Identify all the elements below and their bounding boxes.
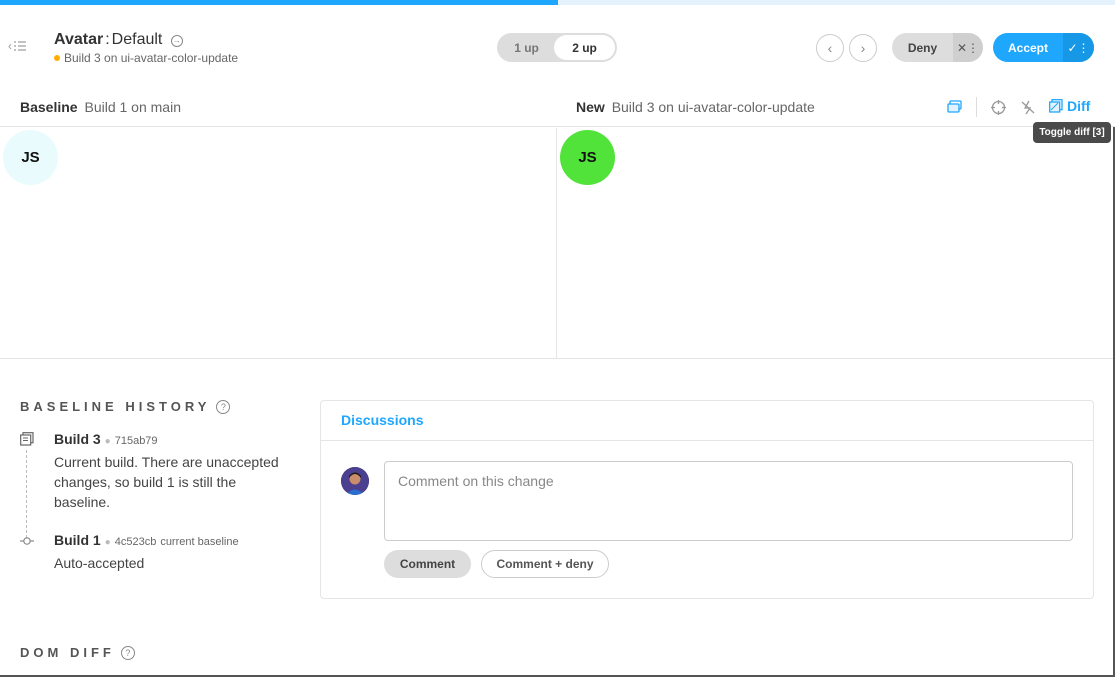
- history-tag: current baseline: [160, 536, 239, 548]
- crosshair-icon[interactable]: [990, 99, 1006, 115]
- accept-button-group: Accept ✓⋮: [993, 33, 1094, 62]
- section-divider: [0, 358, 1115, 359]
- check-menu-icon: ✓⋮: [1067, 40, 1090, 55]
- pending-status-dot: [54, 55, 60, 61]
- commit-node-icon: [20, 534, 34, 552]
- new-build: Build 3 on ui-avatar-color-update: [611, 99, 815, 115]
- meta-dot: ●: [104, 537, 111, 548]
- new-snapshot-pane: JS: [558, 128, 1115, 358]
- baseline-history-heading: BASELINE HISTORY ?: [20, 399, 231, 414]
- new-avatar: JS: [560, 130, 615, 185]
- history-build: Build 1: [54, 532, 101, 548]
- deny-button-group: Deny ✕⋮: [892, 33, 983, 62]
- discussions-divider: [321, 440, 1093, 441]
- story-title: Avatar: Default →: [54, 31, 183, 49]
- snapshot-compare-bar: Baseline Build 1 on main New Build 3 on …: [0, 89, 1115, 127]
- meta-dot: ●: [104, 436, 111, 447]
- component-name: Avatar: [54, 31, 104, 48]
- discussions-panel: Discussions Comment Comment + deny: [320, 400, 1094, 599]
- view-mode-1up[interactable]: 1 up: [499, 35, 554, 60]
- tab-discussions[interactable]: Discussions: [341, 412, 423, 428]
- deny-button[interactable]: Deny: [892, 41, 953, 55]
- history-item: Build 1 ● 4c523cb current baseline Auto-…: [54, 530, 294, 573]
- comment-deny-button[interactable]: Comment + deny: [481, 550, 609, 578]
- baseline-history-title: BASELINE HISTORY: [20, 399, 211, 414]
- build-stack-icon: [20, 432, 34, 451]
- build-status-line: Build 3 on ui-avatar-color-update: [54, 51, 238, 65]
- view-mode-toggle: 1 up 2 up: [497, 33, 617, 62]
- new-label: New: [576, 99, 605, 115]
- deny-menu-button[interactable]: ✕⋮: [953, 33, 983, 62]
- chevron-left-icon: ‹: [827, 40, 833, 56]
- history-sha[interactable]: 715ab79: [115, 431, 158, 451]
- dom-diff-title: DOM DIFF: [20, 645, 115, 660]
- baseline-label-group: Baseline Build 1 on main: [20, 99, 181, 115]
- next-change-button[interactable]: ›: [849, 34, 877, 62]
- title-separator: :: [105, 31, 110, 48]
- close-menu-icon: ✕⋮: [956, 40, 980, 55]
- comment-button[interactable]: Comment: [384, 550, 471, 578]
- baseline-build: Build 1 on main: [84, 99, 181, 115]
- comments-icon[interactable]: [946, 99, 962, 115]
- dom-diff-heading: DOM DIFF ?: [20, 645, 135, 660]
- diff-icon: [1049, 99, 1063, 113]
- history-item: Build 3 ● 715ab79 Current build. There a…: [54, 429, 294, 512]
- list-back-icon: [14, 41, 26, 51]
- build-status-text: Build 3 on ui-avatar-color-update: [64, 51, 239, 65]
- diff-label: Diff: [1067, 98, 1091, 114]
- accept-button[interactable]: Accept: [993, 41, 1063, 55]
- accept-menu-button[interactable]: ✓⋮: [1063, 33, 1094, 62]
- help-icon[interactable]: ?: [216, 399, 231, 414]
- story-header: ‹ Avatar: Default → Build 3 on ui-avatar-…: [0, 5, 1115, 89]
- strobe-off-icon[interactable]: [1020, 99, 1036, 115]
- new-label-group: New Build 3 on ui-avatar-color-update: [576, 99, 815, 115]
- chevron-right-icon: ›: [860, 40, 866, 56]
- history-sha[interactable]: 4c523cb: [115, 532, 157, 552]
- help-icon[interactable]: ?: [120, 645, 135, 660]
- baseline-avatar: JS: [3, 130, 58, 185]
- history-description: Current build. There are unaccepted chan…: [54, 454, 279, 510]
- previous-change-button[interactable]: ‹: [816, 34, 844, 62]
- chevron-left-icon: ‹: [8, 39, 12, 53]
- story-name: Default: [111, 31, 163, 48]
- back-to-list-button[interactable]: ‹: [8, 39, 26, 53]
- view-mode-2up[interactable]: 2 up: [554, 35, 615, 60]
- baseline-snapshot-pane: JS: [0, 128, 557, 358]
- arrow-right-circle-icon[interactable]: →: [170, 35, 183, 47]
- history-build: Build 3: [54, 431, 101, 447]
- toggle-diff-button[interactable]: Diff: [1049, 98, 1090, 114]
- baseline-label: Baseline: [20, 99, 78, 115]
- history-timeline: [26, 450, 27, 538]
- user-avatar: [341, 467, 369, 495]
- toolbar-divider: [976, 97, 977, 117]
- history-description: Auto-accepted: [54, 555, 145, 571]
- comment-input[interactable]: [384, 461, 1073, 541]
